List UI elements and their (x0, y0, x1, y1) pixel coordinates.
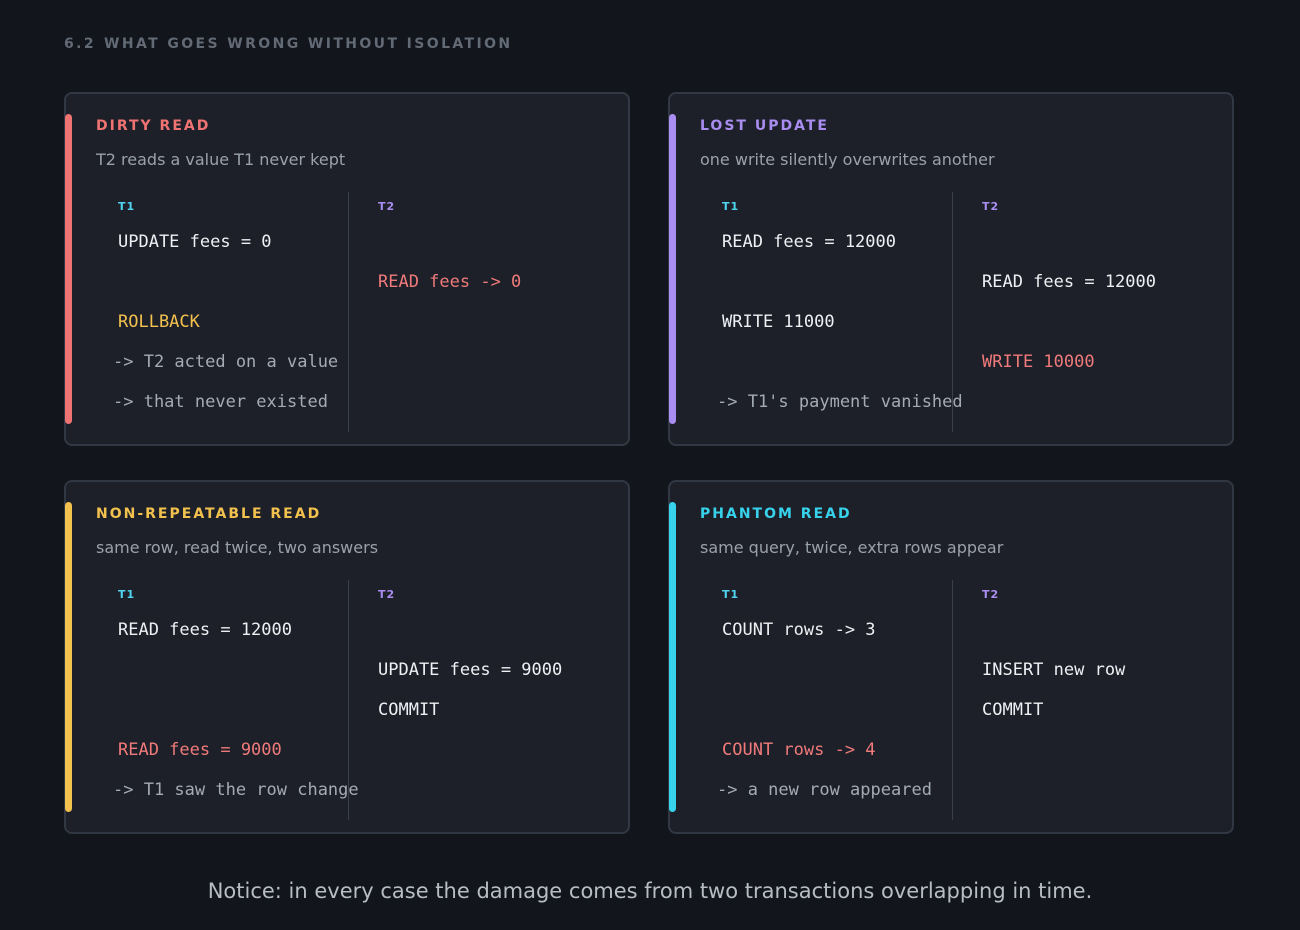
card-title: DIRTY READ (96, 118, 211, 134)
card-subtitle: same query, twice, extra rows appear (700, 538, 1004, 557)
note-line: -> T1's payment vanished (717, 392, 963, 412)
t1-label: T1 (722, 200, 740, 213)
t2-label: T2 (378, 588, 396, 601)
dirty-read-card: DIRTY READ T2 reads a value T1 never kep… (64, 92, 630, 446)
t1-update-step: UPDATE fees = 0 (118, 232, 272, 252)
card-title: PHANTOM READ (700, 506, 852, 522)
section-number: 6.2 (64, 36, 97, 52)
card-title: NON-REPEATABLE READ (96, 506, 322, 522)
t2-label: T2 (378, 200, 396, 213)
note-line: -> a new row appeared (717, 780, 932, 800)
card-subtitle: T2 reads a value T1 never kept (96, 150, 346, 169)
lost-update-card: LOST UPDATE one write silently overwrite… (668, 92, 1234, 446)
non-repeatable-read-card: NON-REPEATABLE READ same row, read twice… (64, 480, 630, 834)
t1-first-read-step: READ fees = 12000 (118, 620, 292, 640)
section-title: WHAT GOES WRONG WITHOUT ISOLATION (104, 36, 513, 52)
lost-update-accent-bar (669, 114, 676, 424)
dirty-read-accent-bar (65, 114, 72, 424)
t2-commit-step: COMMIT (378, 700, 440, 720)
t1-rollback-step: ROLLBACK (118, 312, 200, 332)
non-repeatable-read-accent-bar (65, 502, 72, 812)
card-subtitle: same row, read twice, two answers (96, 538, 379, 557)
t1-first-count-step: COUNT rows -> 3 (722, 620, 876, 640)
t1-label: T1 (118, 200, 136, 213)
column-divider (348, 192, 349, 432)
note-line: -> T1 saw the row change (113, 780, 359, 800)
t2-update-step: UPDATE fees = 9000 (378, 660, 563, 680)
t1-second-count-step: COUNT rows -> 4 (722, 740, 876, 760)
t1-label: T1 (722, 588, 740, 601)
note-line: -> that never existed (113, 392, 328, 412)
phantom-read-card: PHANTOM READ same query, twice, extra ro… (668, 480, 1234, 834)
t1-label: T1 (118, 588, 136, 601)
t2-label: T2 (982, 588, 1000, 601)
card-subtitle: one write silently overwrites another (700, 150, 995, 169)
t2-write-step: WRITE 10000 (982, 352, 1095, 372)
column-divider (952, 580, 953, 820)
card-title: LOST UPDATE (700, 118, 829, 134)
t1-second-read-step: READ fees = 9000 (118, 740, 282, 760)
t1-read-step: READ fees = 12000 (722, 232, 896, 252)
t2-commit-step: COMMIT (982, 700, 1044, 720)
t2-insert-step: INSERT new row (982, 660, 1126, 680)
t2-read-step: READ fees = 12000 (982, 272, 1156, 292)
t2-label: T2 (982, 200, 1000, 213)
t1-write-step: WRITE 11000 (722, 312, 835, 332)
phantom-read-accent-bar (669, 502, 676, 812)
footer-note: Notice: in every case the damage comes f… (207, 879, 1093, 903)
t2-read-step: READ fees -> 0 (378, 272, 522, 292)
note-line: -> T2 acted on a value (113, 352, 339, 372)
section-heading: 6.2 WHAT GOES WRONG WITHOUT ISOLATION (64, 36, 513, 52)
